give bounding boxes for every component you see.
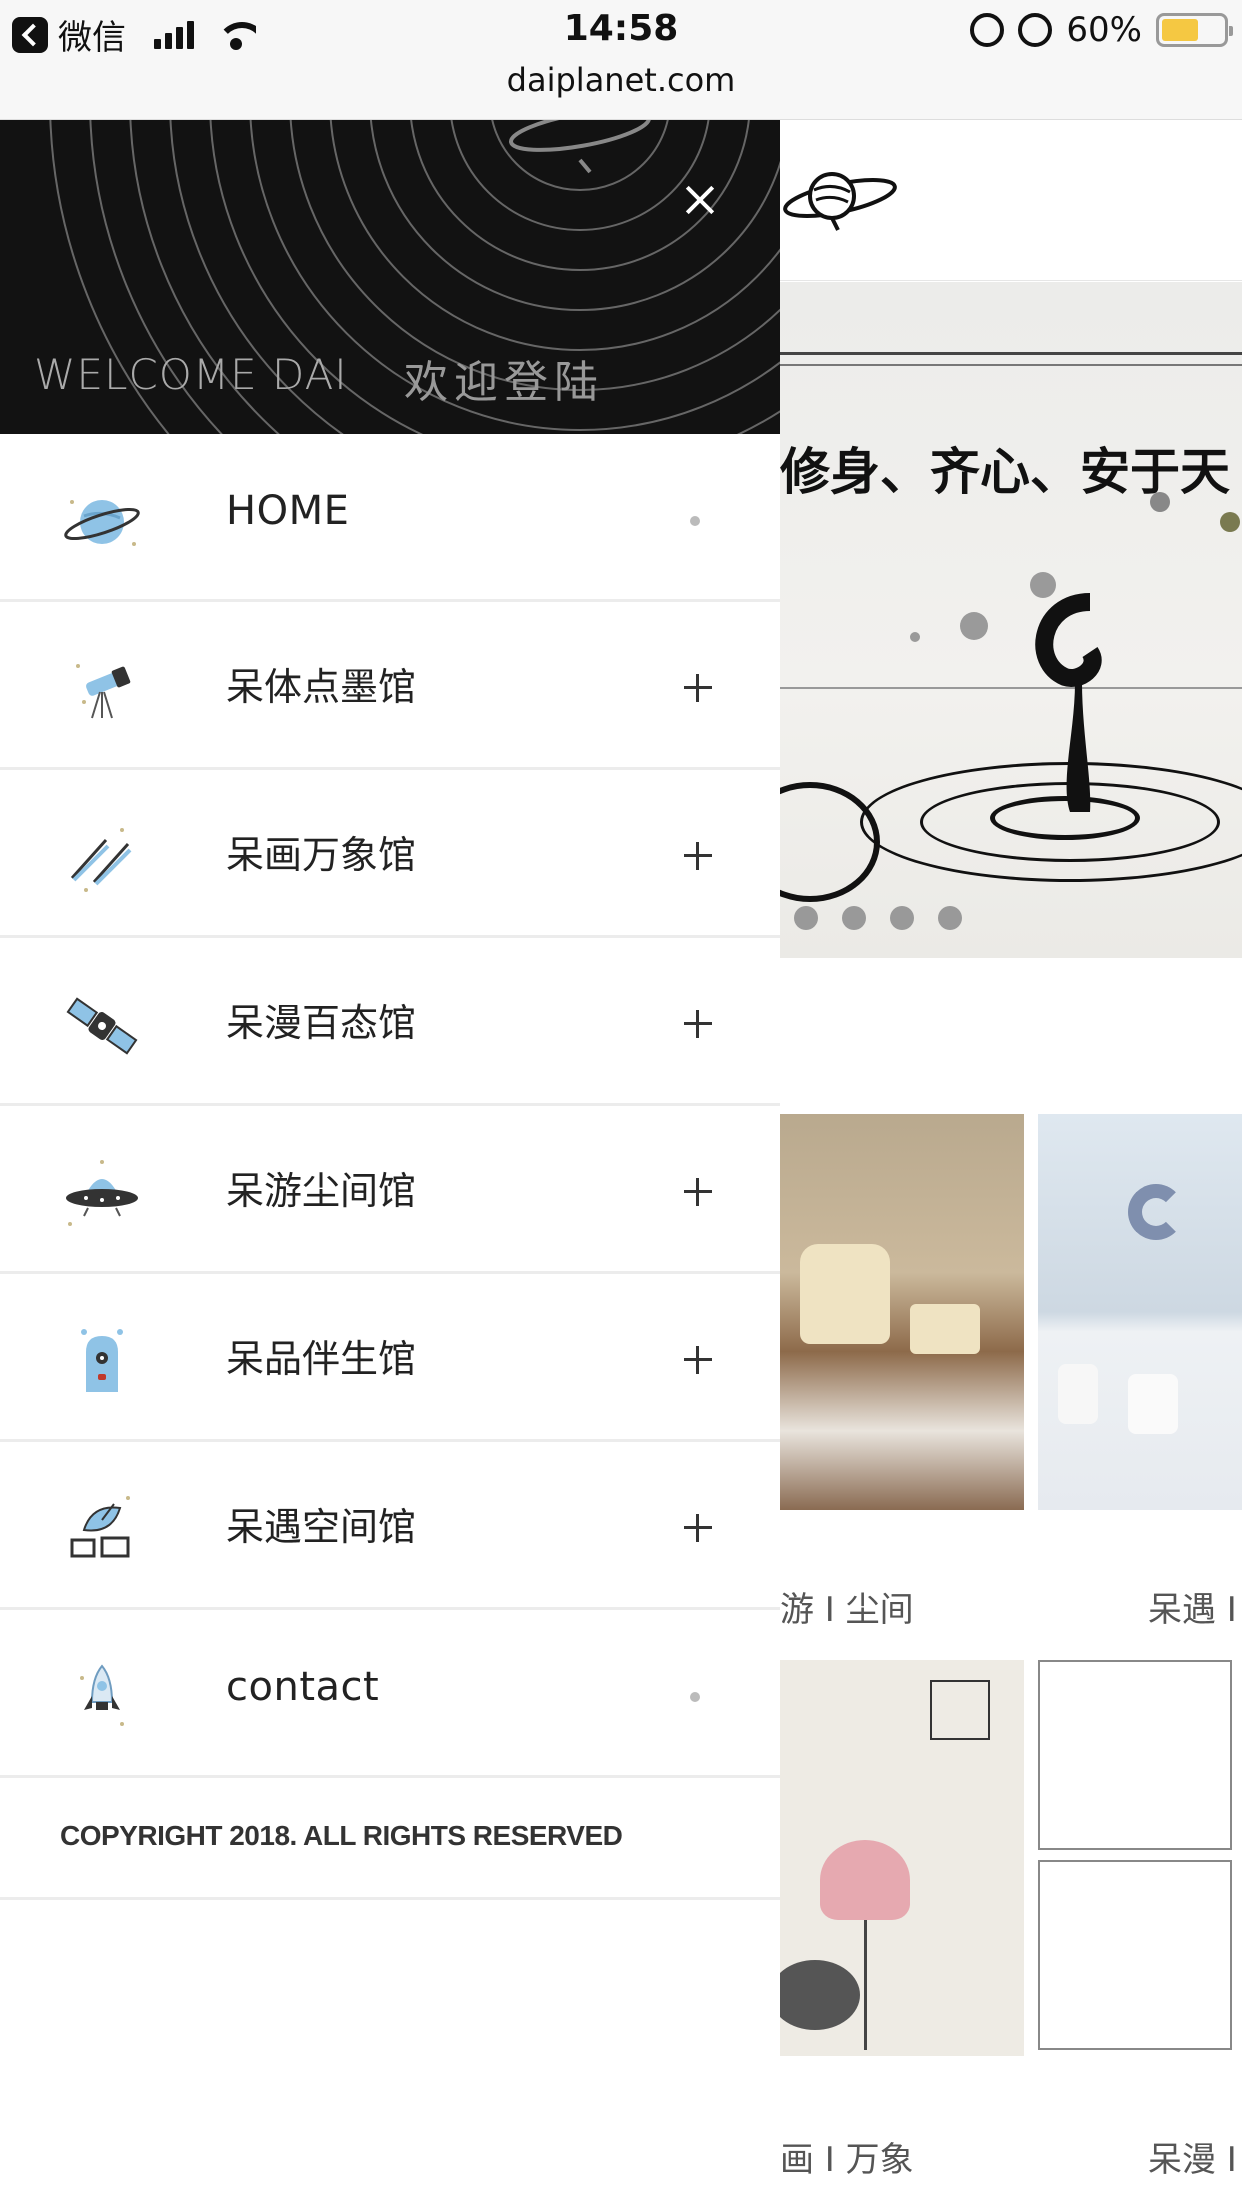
lotus-stem — [864, 1920, 867, 2050]
pagination-dot[interactable] — [842, 906, 866, 930]
rotation-lock-icon — [970, 13, 1005, 47]
space-interior-image[interactable] — [1038, 1114, 1242, 1510]
comet-icon — [70, 828, 132, 892]
saturn-planet-icon — [64, 500, 140, 546]
expand-plus-icon[interactable] — [684, 1178, 712, 1206]
menu-label: 呆游尘间馆 — [226, 1169, 417, 1213]
sketch-panel — [1038, 1860, 1232, 2050]
url-bar[interactable]: daiplanet.com — [0, 60, 1242, 120]
login-link[interactable]: 欢迎登陆 — [404, 346, 604, 410]
copyright-footer: COPYRIGHT 2018. ALL RIGHTS RESERVED — [0, 1778, 780, 1900]
battery-icon — [1156, 13, 1233, 47]
expand-plus-icon[interactable] — [684, 842, 712, 870]
menu-item-body-ink-gallery[interactable]: 呆体点墨馆 — [0, 602, 780, 770]
expand-plus-icon[interactable] — [684, 1346, 712, 1374]
rocket-icon — [80, 1664, 124, 1726]
expand-plus-icon[interactable] — [684, 1514, 712, 1542]
welcome-title: WELCOME DAI — [34, 350, 348, 399]
caption-travel[interactable]: 游 I 尘间 — [780, 1582, 914, 1631]
menu-label: contact — [226, 1664, 380, 1710]
copyright-text: COPYRIGHT 2018. ALL RIGHTS RESERVED — [60, 1820, 623, 1851]
menu-item-space-gallery[interactable]: 呆遇空间馆 — [0, 1442, 780, 1610]
ink-ring — [780, 782, 880, 902]
banner-pagination[interactable] — [794, 906, 962, 930]
stool-shape — [1058, 1364, 1098, 1424]
planet-logo-icon[interactable] — [780, 160, 910, 240]
ink-figure — [1035, 593, 1102, 812]
header-divider — [780, 280, 1242, 281]
radar-dish-icon — [70, 1496, 130, 1558]
sketch-panel — [1038, 1660, 1232, 1850]
robot-icon — [81, 1329, 123, 1392]
logo-sculpture — [1128, 1184, 1184, 1240]
menu-label: 呆遇空间馆 — [226, 1505, 417, 1549]
caption-painting[interactable]: 画 I 万象 — [780, 2132, 914, 2181]
banner-line — [780, 687, 1242, 689]
close-icon[interactable] — [680, 180, 720, 220]
expand-plus-icon[interactable] — [684, 1010, 712, 1038]
menu-dot-indicator — [690, 516, 700, 526]
pagination-dot[interactable] — [890, 906, 914, 930]
alarm-icon — [1018, 13, 1053, 47]
menu-item-home[interactable]: HOME — [0, 434, 780, 602]
expand-plus-icon[interactable] — [684, 674, 712, 702]
telescope-icon — [76, 664, 131, 719]
battery-percent: 60% — [1066, 10, 1142, 50]
menu-label: 呆漫百态馆 — [226, 1001, 417, 1045]
pagination-dot[interactable] — [794, 906, 818, 930]
caption-encounter[interactable]: 呆遇 I — [1148, 1582, 1237, 1631]
lotus-flower — [820, 1840, 910, 1920]
menu-item-contact[interactable]: contact — [0, 1610, 780, 1778]
stool-shape — [1128, 1374, 1178, 1434]
menu-label: 呆品伴生馆 — [226, 1337, 417, 1381]
ink-dot — [1150, 492, 1170, 512]
satellite-icon — [66, 997, 138, 1055]
teapot-shape — [800, 1244, 890, 1344]
status-bar: 微信 14:58 60% — [0, 0, 1242, 60]
menu-dot-indicator — [690, 1692, 700, 1702]
drawer-header: WELCOME DAI 欢迎登陆 — [0, 120, 780, 434]
caption-comic[interactable]: 呆漫 I — [1148, 2132, 1237, 2181]
ink-dot — [960, 612, 988, 640]
url-domain: daiplanet.com — [506, 61, 736, 99]
comic-sketch-image[interactable] — [1038, 1660, 1242, 2056]
menu-item-painting-gallery[interactable]: 呆画万象馆 — [0, 770, 780, 938]
menu-item-comic-gallery[interactable]: 呆漫百态馆 — [0, 938, 780, 1106]
banner-line — [780, 364, 1242, 366]
calligraphy-block — [930, 1680, 990, 1740]
hero-banner[interactable]: 修身、齐心、安于天 — [780, 282, 1242, 958]
menu-label: HOME — [226, 488, 350, 534]
ink-leaf — [780, 1960, 860, 2030]
teacup-shape — [910, 1304, 980, 1354]
tea-set-image[interactable] — [780, 1114, 1024, 1510]
menu-label: 呆画万象馆 — [226, 833, 417, 877]
menu-item-travel-gallery[interactable]: 呆游尘间馆 — [0, 1106, 780, 1274]
lotus-painting-image[interactable] — [780, 1660, 1024, 2056]
menu-label: 呆体点墨馆 — [226, 665, 417, 709]
side-drawer: WELCOME DAI 欢迎登陆 HOME 呆体点墨馆 呆画万象馆 呆漫百态馆 … — [0, 120, 780, 2208]
ink-dot — [1220, 512, 1240, 532]
drawer-menu: HOME 呆体点墨馆 呆画万象馆 呆漫百态馆 呆游尘间馆 呆品伴生馆 呆遇空间馆… — [0, 434, 780, 1778]
menu-item-product-gallery[interactable]: 呆品伴生馆 — [0, 1274, 780, 1442]
banner-line — [780, 352, 1242, 355]
pagination-dot[interactable] — [938, 906, 962, 930]
ufo-icon — [66, 1160, 138, 1226]
background-page: 修身、齐心、安于天 游 I 尘间 呆遇 I 画 I 万象 呆漫 I — [780, 120, 1242, 2208]
ink-dot — [910, 632, 920, 642]
